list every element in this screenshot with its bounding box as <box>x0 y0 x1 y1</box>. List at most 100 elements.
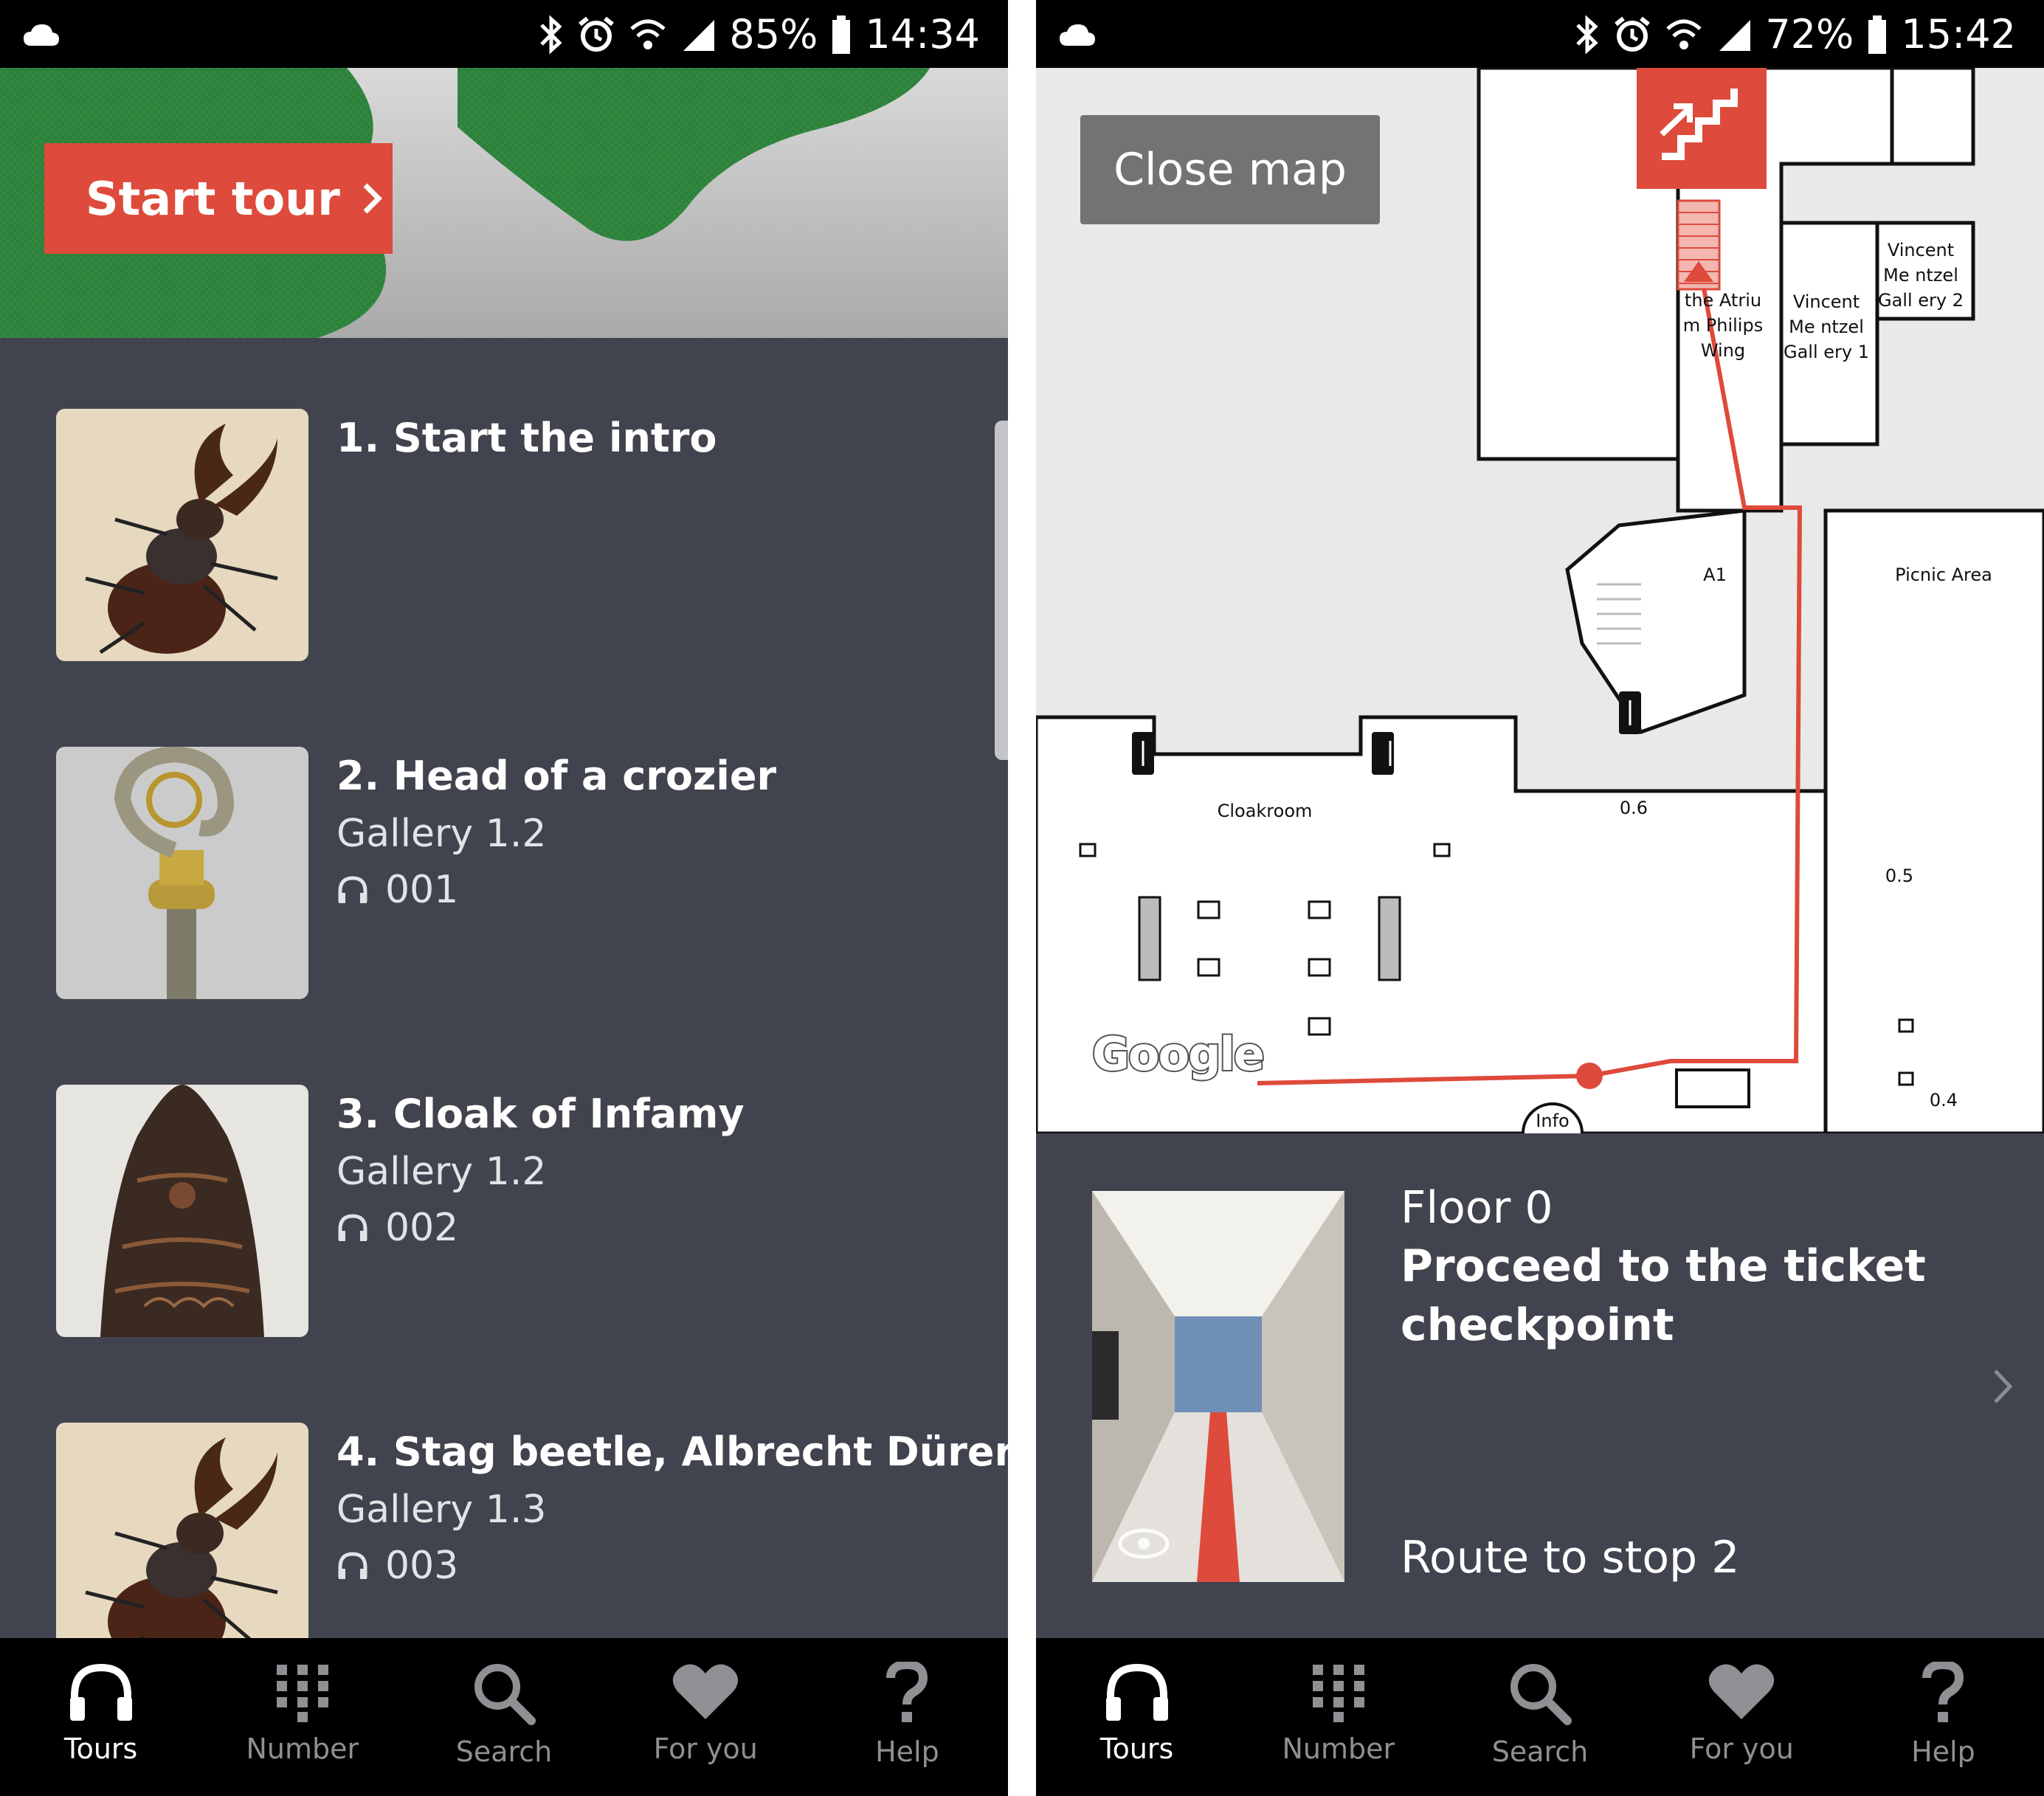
alarm-icon <box>579 16 615 52</box>
nav-search[interactable]: Search <box>403 1638 604 1796</box>
nav-label: Number <box>246 1733 359 1765</box>
map-label-a1: A1 <box>1703 564 1727 585</box>
stag-beetle-thumbnail <box>56 409 308 661</box>
audio-code: 002 <box>336 1206 458 1250</box>
scrollbar[interactable] <box>995 421 1008 760</box>
google-logo: Google <box>1091 1026 1266 1082</box>
nav-help[interactable]: Help <box>807 1638 1008 1796</box>
chevron-right-icon <box>363 183 382 214</box>
nav-label: Tours <box>1099 1733 1174 1765</box>
stop-title: 4. Stag beetle, Albrecht Dürer <box>336 1429 1008 1475</box>
stairs-marker[interactable] <box>1637 68 1767 189</box>
audio-code: 001 <box>336 868 458 912</box>
nav-help[interactable]: Help <box>1843 1638 2044 1796</box>
stop-title: 3. Cloak of Infamy <box>336 1091 745 1137</box>
step-instruction: Proceed to the ticket checkpoint <box>1401 1240 1926 1351</box>
clock-time: 15:42 <box>1901 11 2016 58</box>
map-label-cloakroom: Cloakroom <box>1217 801 1313 821</box>
headphones-icon <box>338 1552 367 1579</box>
start-tour-label: Start tour <box>86 171 340 226</box>
stairs-icon <box>1660 89 1738 160</box>
search-icon <box>1510 1664 1572 1725</box>
map-label-picnic-area: Picnic Area <box>1895 564 1992 585</box>
map-label-info: Info <box>1536 1111 1570 1131</box>
tours-list-screen: 85% 14:34 Start tour 1. Start the intro … <box>0 0 1008 1796</box>
battery-icon <box>1868 15 1887 54</box>
headphones-icon <box>338 1214 367 1241</box>
signal-icon <box>1719 20 1751 51</box>
signal-icon <box>683 20 715 51</box>
nav-tours[interactable]: Tours <box>0 1638 201 1796</box>
nav-label: Help <box>1911 1735 1975 1768</box>
alarm-icon <box>1615 16 1651 52</box>
route-map-screen: 72% 15:42 the Atriu m Philips Wing Vince… <box>1036 0 2044 1796</box>
tour-hero-image: Start tour <box>0 68 1008 338</box>
stag-beetle-thumbnail <box>56 1423 308 1638</box>
cloud-icon <box>1060 24 1095 46</box>
bottom-nav: Tours Number Search For you Help <box>1036 1638 2044 1796</box>
list-item[interactable]: 4. Stag beetle, Albrecht Dürer Gallery 1… <box>56 1423 1008 1638</box>
battery-percent: 72% <box>1765 11 1854 58</box>
map-label-gallery-2: Vincent Me ntzel Gall ery 2 <box>1877 240 1964 311</box>
route-label: Route to stop 2 <box>1401 1532 1740 1583</box>
audio-code: 003 <box>336 1544 458 1588</box>
corridor-photo[interactable] <box>1092 1191 1344 1582</box>
nav-label: Help <box>875 1735 939 1768</box>
nav-search[interactable]: Search <box>1439 1638 1640 1796</box>
heart-icon <box>673 1664 739 1719</box>
map-label-atrium: the Atriu m Philips Wing <box>1682 290 1764 361</box>
clock-time: 14:34 <box>865 11 980 58</box>
gallery-label: Gallery 1.3 <box>336 1488 547 1532</box>
tour-stops-list[interactable]: 1. Start the intro 2. Head of a crozier … <box>0 338 1008 1638</box>
gallery-label: Gallery 1.2 <box>336 812 547 856</box>
headphones-icon <box>69 1663 132 1721</box>
audio-code-number: 002 <box>385 1206 459 1250</box>
question-icon <box>1922 1662 1964 1722</box>
cloud-icon <box>24 24 59 46</box>
question-icon <box>886 1662 928 1722</box>
list-item[interactable]: 2. Head of a crozier Gallery 1.2 001 <box>56 747 986 999</box>
map-label-room-06: 0.6 <box>1619 798 1648 818</box>
close-map-button[interactable]: Close map <box>1080 115 1380 224</box>
audio-code-number: 001 <box>385 868 459 912</box>
route-step-card[interactable]: Floor 0 Proceed to the ticket checkpoint… <box>1036 1133 2044 1638</box>
headphones-icon <box>338 876 367 903</box>
chevron-right-icon[interactable] <box>1992 1368 2014 1405</box>
nav-label: Search <box>1491 1735 1589 1768</box>
stop-title: 2. Head of a crozier <box>336 753 777 799</box>
list-item[interactable]: 3. Cloak of Infamy Gallery 1.2 002 <box>56 1085 986 1337</box>
audio-code-number: 003 <box>385 1544 459 1588</box>
nav-label: For you <box>1689 1733 1794 1765</box>
nav-number[interactable]: Number <box>1237 1638 1439 1796</box>
headphones-icon <box>1105 1663 1168 1721</box>
nav-for-you[interactable]: For you <box>1641 1638 1843 1796</box>
start-tour-button[interactable]: Start tour <box>44 143 393 254</box>
bottom-nav: Tours Number Search For you Help <box>0 1638 1008 1796</box>
wifi-icon <box>1666 19 1702 49</box>
battery-icon <box>832 15 851 54</box>
keypad-icon <box>276 1665 328 1722</box>
battery-percent: 85% <box>729 11 818 58</box>
map-label-gallery-1: Vincent Me ntzel Gall ery 1 <box>1783 291 1869 362</box>
floor-map[interactable]: the Atriu m Philips Wing Vincent Me ntze… <box>1036 68 2044 1133</box>
floor-label: Floor 0 <box>1401 1182 1553 1234</box>
stop-title: 1. Start the intro <box>336 415 717 461</box>
nav-label: For you <box>653 1733 758 1765</box>
nav-label: Number <box>1282 1733 1395 1765</box>
nav-tours[interactable]: Tours <box>1036 1638 1237 1796</box>
exit-sign-icon <box>1675 1068 1750 1108</box>
keypad-icon <box>1312 1665 1364 1722</box>
map-label-room-05: 0.5 <box>1885 866 1914 886</box>
nav-label: Tours <box>63 1733 138 1765</box>
list-item[interactable]: 1. Start the intro <box>56 409 986 661</box>
bluetooth-icon <box>1576 15 1598 55</box>
nav-for-you[interactable]: For you <box>605 1638 807 1796</box>
floor-plan <box>1036 68 2044 1133</box>
bluetooth-icon <box>540 15 562 55</box>
gallery-label: Gallery 1.2 <box>336 1150 547 1194</box>
wifi-icon <box>630 19 666 49</box>
crozier-thumbnail <box>56 747 308 999</box>
heart-icon <box>1709 1664 1775 1719</box>
nav-number[interactable]: Number <box>201 1638 403 1796</box>
nav-label: Search <box>455 1735 553 1768</box>
